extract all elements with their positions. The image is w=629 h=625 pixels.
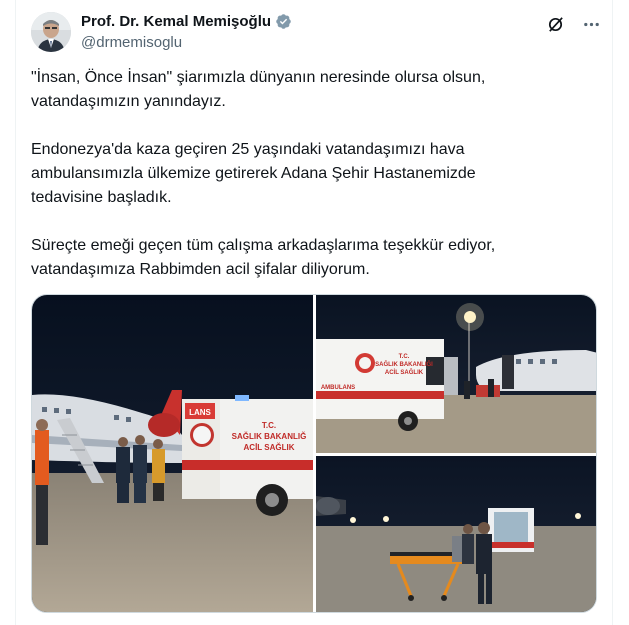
tweet-paragraph: Süreçte emeği geçen tüm çalışma arkadaşl… [31, 237, 496, 278]
timeline-border-left [15, 0, 16, 625]
author-handle[interactable]: @drmemisoglu [81, 34, 292, 51]
author-name[interactable]: Prof. Dr. Kemal Memişoğlu [81, 13, 292, 30]
ambulance-side-label-1: T.C. [262, 421, 276, 430]
tweet-header: Prof. Dr. Kemal Memişoğlu @drmemisoglu [31, 12, 601, 54]
ambulance-front-label: LANS [189, 408, 211, 417]
timeline-border-right [612, 0, 613, 625]
ambulance-side-label-4: AMBULANS [321, 385, 355, 391]
ambulance-side-label-3: ACİL SAĞLIK [385, 368, 424, 376]
tweet-text: "İnsan, Önce İnsan" şiarımızla dünyanın … [31, 66, 591, 306]
tweet-paragraph: "İnsan, Önce İnsan" şiarımızla dünyanın … [31, 69, 486, 110]
verified-badge-icon [275, 13, 292, 30]
more-dots-icon[interactable] [581, 14, 601, 34]
slashed-circle-icon[interactable] [545, 14, 565, 34]
ambulance-side-label-3: ACİL SAĞLIK [244, 443, 295, 452]
ambulance-side-label-2: SAĞLIK BAKANLIĞI [375, 360, 433, 368]
photo-ambulance-jet[interactable]: T.C. SAĞLIK BAKANLIĞI ACİL SAĞLIK AMBULA… [316, 295, 596, 453]
avatar[interactable] [31, 12, 71, 52]
media-grid: LANS T.C. SAĞLIK BAKANLIĞ ACİL SAĞLIK T.… [31, 294, 597, 613]
ambulance-side-label-2: SAĞLIK BAKANLIĞ [232, 432, 307, 441]
tweet-paragraph: Endonezya'da kaza geçiren 25 yaşındaki v… [31, 141, 476, 206]
photo-stretcher[interactable] [316, 456, 596, 612]
ambulance-side-label-1: T.C. [399, 354, 410, 360]
photo-plane-ambulance[interactable]: LANS T.C. SAĞLIK BAKANLIĞ ACİL SAĞLIK [32, 295, 313, 612]
author-display-name[interactable]: Prof. Dr. Kemal Memişoğlu [81, 13, 271, 30]
